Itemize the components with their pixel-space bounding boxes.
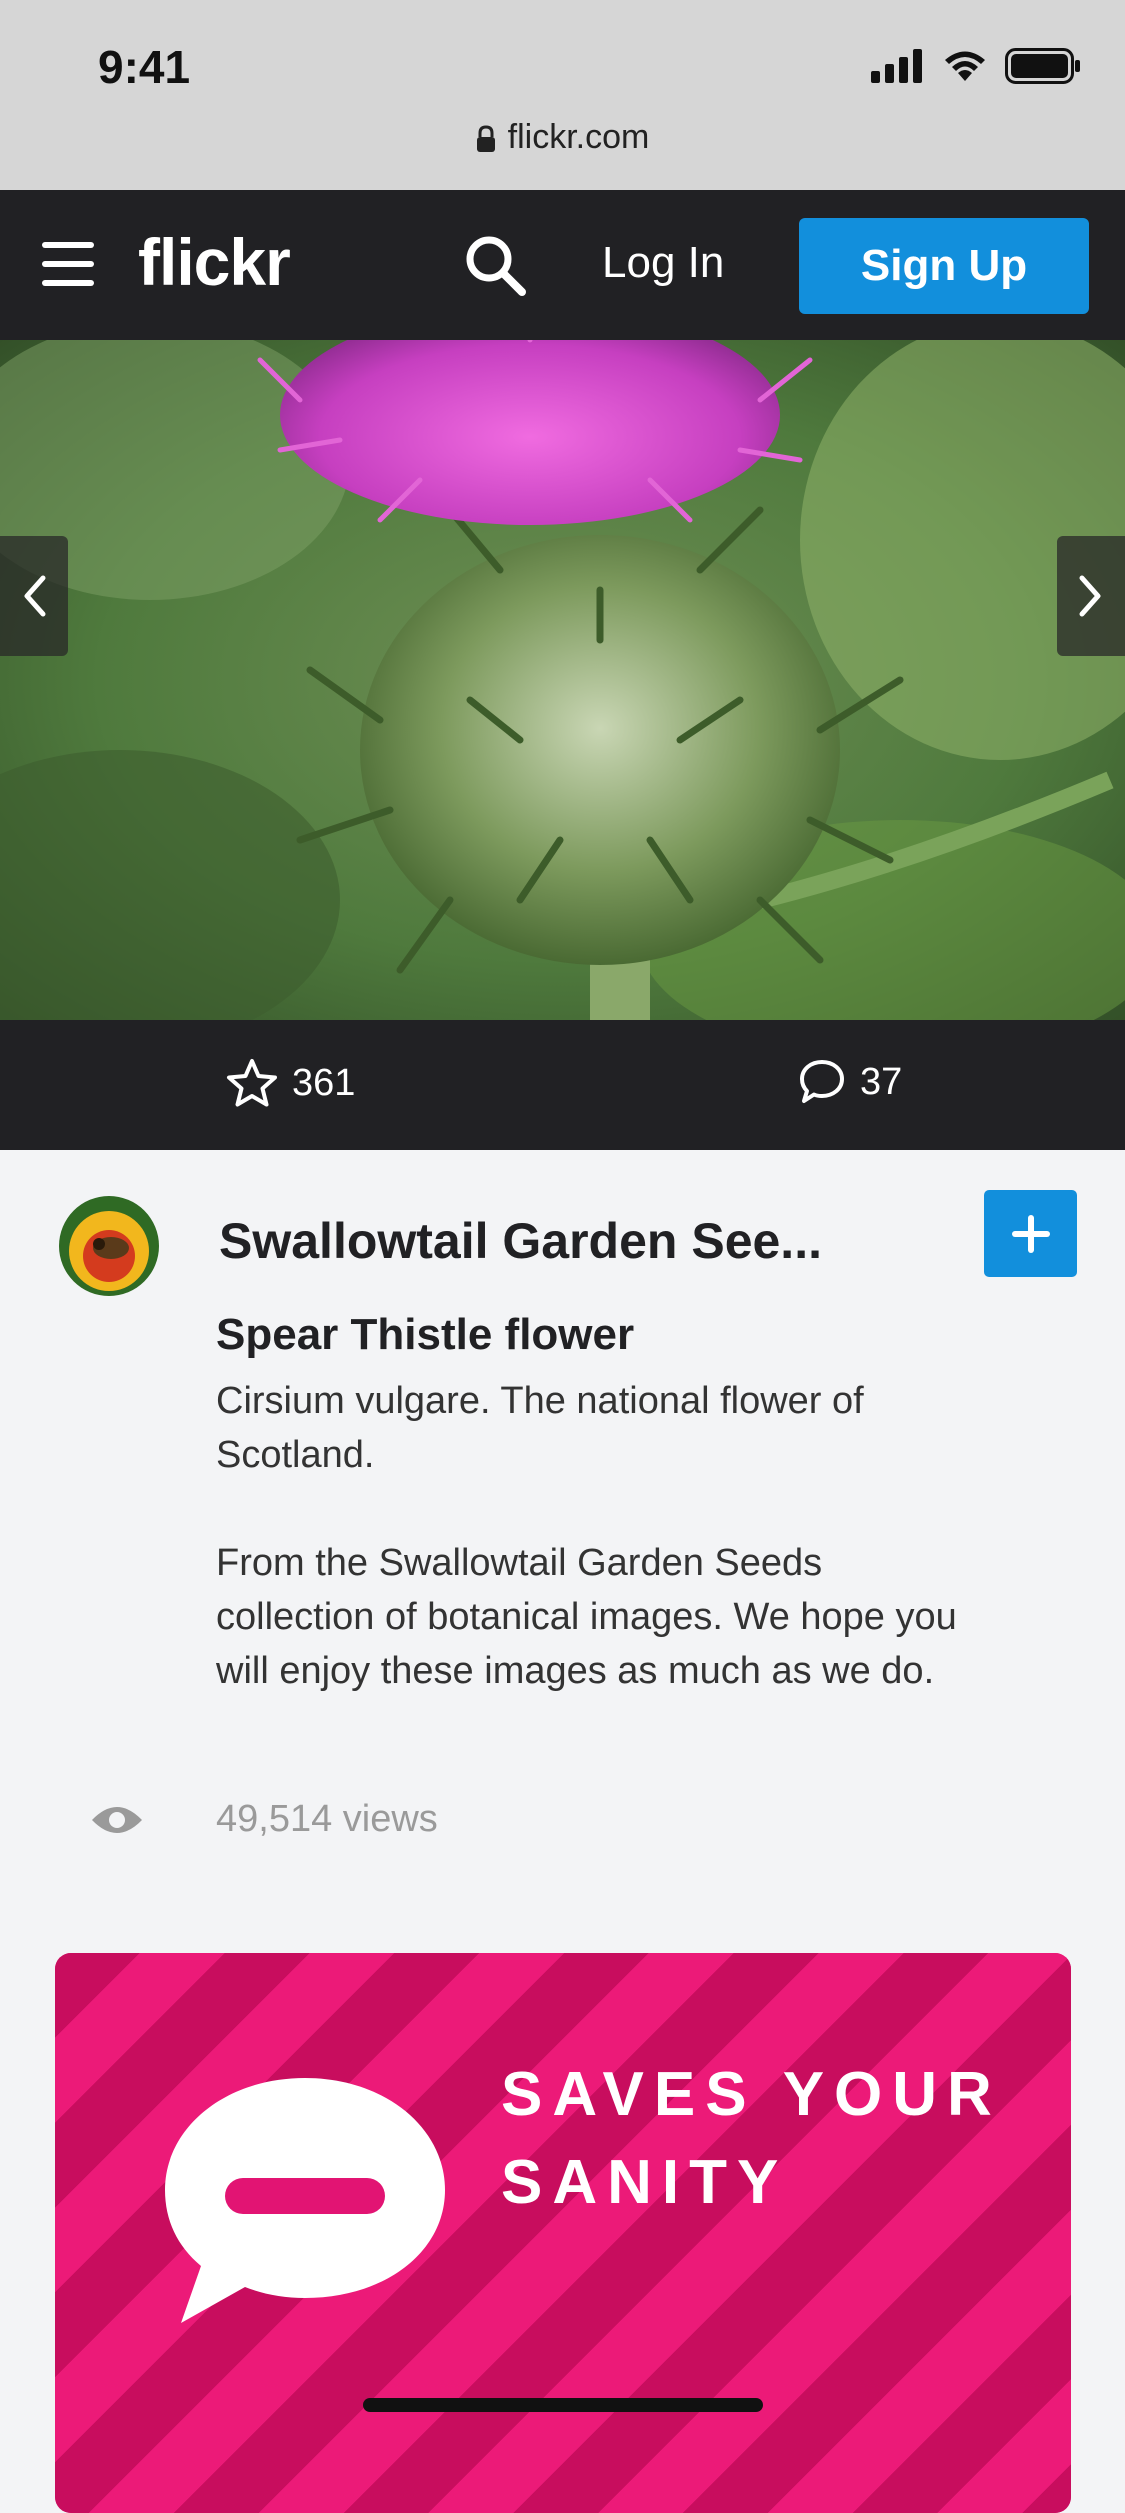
author-name[interactable]: Swallowtail Garden See... — [219, 1212, 822, 1270]
follow-button[interactable] — [984, 1190, 1077, 1277]
url-text: flickr.com — [507, 118, 650, 156]
author-avatar-image — [59, 1196, 159, 1296]
comments-count: 37 — [860, 1060, 903, 1103]
status-bar: 9:41 flickr.com — [0, 0, 1125, 190]
favorite-button[interactable]: 361 — [226, 1058, 355, 1108]
ad-headline-line: SAVES YOUR — [501, 2060, 1002, 2129]
description-paragraph: From the Swallowtail Garden Seeds collec… — [216, 1542, 957, 1692]
views-count: 49,514 views — [216, 1798, 438, 1840]
photo-stats-bar: 361 37 — [0, 1020, 1125, 1150]
star-icon — [227, 1059, 277, 1107]
signup-button[interactable]: Sign Up — [799, 218, 1089, 314]
lock-icon — [476, 125, 495, 153]
comments-button[interactable]: 37 — [798, 1058, 902, 1106]
wifi-icon — [945, 51, 985, 81]
hamburger-menu-icon[interactable] — [42, 242, 94, 288]
status-icons — [871, 48, 1081, 84]
description-paragraph: Cirsium vulgare. The national flower of … — [216, 1380, 864, 1476]
battery-icon — [1005, 48, 1080, 84]
top-nav: flickr Log In Sign Up — [0, 190, 1125, 340]
main-photo[interactable] — [0, 340, 1125, 1020]
chevron-right-icon — [1079, 575, 1101, 617]
ad-banner[interactable]: SAVES YOUR SANITY — [55, 1953, 1071, 2513]
address-bar[interactable]: flickr.com — [0, 118, 1125, 157]
ad-headline: SAVES YOUR SANITY — [501, 2051, 1002, 2227]
ad-headline-line: SANITY — [501, 2148, 789, 2217]
home-indicator — [363, 2398, 763, 2412]
search-icon[interactable] — [462, 232, 528, 298]
next-photo-button[interactable] — [1057, 536, 1125, 656]
signal-icon — [871, 49, 922, 83]
flickr-logo[interactable]: flickr — [138, 224, 291, 300]
eye-icon — [92, 1807, 142, 1833]
login-link[interactable]: Log In — [602, 238, 724, 288]
chevron-left-icon — [24, 575, 46, 617]
status-time: 9:41 — [98, 41, 191, 93]
avatar[interactable] — [59, 1196, 159, 1296]
plus-icon — [1011, 1214, 1050, 1253]
photo-title: Spear Thistle flower — [216, 1310, 635, 1359]
chat-bubble-icon — [165, 2078, 445, 2323]
photo-description: Cirsium vulgare. The national flower of … — [216, 1374, 976, 1752]
previous-photo-button[interactable] — [0, 536, 68, 656]
favorites-count: 361 — [292, 1061, 356, 1104]
thistle-photo — [0, 340, 1125, 1020]
comment-icon — [800, 1060, 844, 1103]
